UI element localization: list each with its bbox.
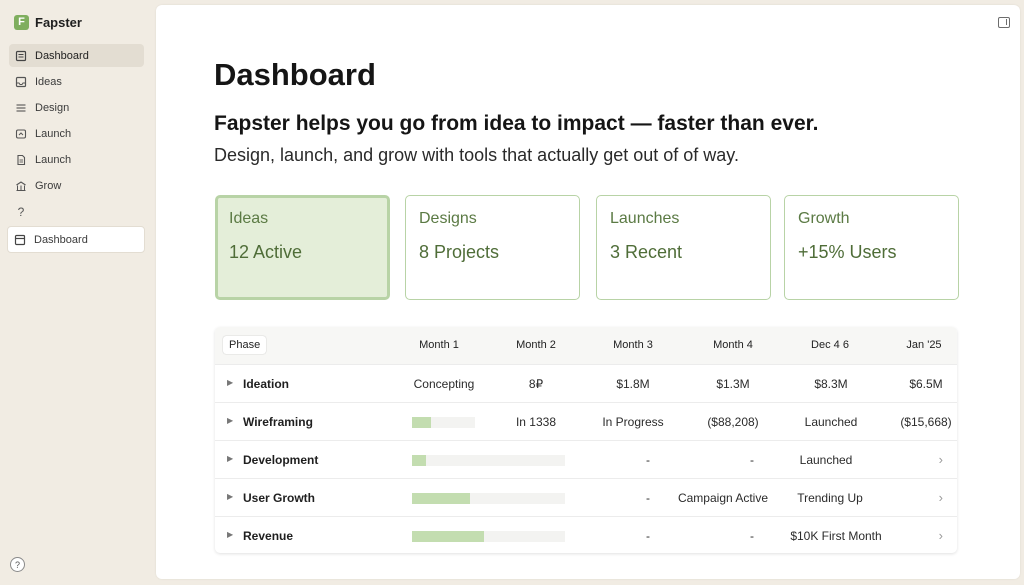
help-button[interactable]: ?: [10, 557, 25, 572]
row-phase: Development: [243, 453, 319, 467]
calendar-icon: [14, 234, 26, 246]
building-icon: [15, 180, 27, 192]
sidebar-toggle-icon[interactable]: [998, 17, 1010, 28]
page-title: Dashboard: [214, 57, 376, 92]
column-header: Dec 4 6: [811, 339, 849, 351]
sidebar-item-label: Dashboard: [34, 233, 88, 246]
table-cell: Trending Up: [797, 491, 863, 505]
sidebar-item-label: Launch: [35, 127, 72, 140]
rocket-icon: [15, 128, 27, 140]
progress-bar-fill: [412, 493, 471, 504]
table-cell: 8₽: [528, 377, 544, 391]
table-row[interactable]: ▶ Ideation Concepting 8₽ $1.8M $1.3M $8.…: [215, 364, 957, 402]
phase-column-header[interactable]: Phase: [223, 336, 267, 354]
table-cell: Launched: [804, 415, 858, 429]
table-cell: ($88,208): [707, 415, 759, 429]
table-cell: $1.8M: [616, 377, 650, 391]
sidebar-item-dashboard-selected[interactable]: Dashboard: [7, 226, 145, 253]
progress-bar-fill: [412, 455, 426, 466]
expand-arrow-icon[interactable]: ▶: [227, 530, 233, 539]
chevron-right-icon[interactable]: ›: [939, 452, 943, 467]
table-cell: $10K First Month: [790, 529, 882, 543]
sidebar-item-label: Design: [35, 101, 70, 114]
list-icon: [15, 102, 27, 114]
page-subline: Design, launch, and grow with tools that…: [214, 145, 739, 165]
expand-arrow-icon[interactable]: ▶: [227, 378, 233, 387]
card-label: Designs: [419, 210, 477, 227]
expand-arrow-icon[interactable]: ▶: [227, 492, 233, 501]
card-label: Ideas: [229, 210, 269, 227]
card-value: +15% Users: [798, 242, 897, 262]
sidebar-item-help[interactable]: ?: [9, 200, 144, 223]
sidebar-item-grow[interactable]: Grow: [9, 174, 144, 197]
table-header: Phase Month 1 Month 2 Month 3 Month 4 De…: [215, 327, 957, 364]
sidebar-item-label: Ideas: [35, 75, 62, 88]
fapster-logo-icon: F: [14, 14, 29, 30]
brand[interactable]: F Fapster: [14, 13, 82, 31]
expand-arrow-icon[interactable]: ▶: [227, 454, 233, 463]
card-label: Growth: [798, 210, 850, 227]
table-row[interactable]: ▶ Wireframing In 1338 In Progress ($88,2…: [215, 402, 957, 440]
card-ideas[interactable]: Ideas 12 Active: [215, 195, 390, 300]
main-panel: Dashboard Fapster helps you go from idea…: [156, 5, 1020, 579]
sidebar-item-label: Launch: [35, 153, 72, 166]
row-phase: User Growth: [243, 491, 316, 505]
progress-bar: [412, 417, 475, 428]
table-cell: $8.3M: [814, 377, 848, 391]
sidebar-item-label: Grow: [35, 179, 62, 192]
question-icon: ?: [17, 204, 25, 219]
card-designs[interactable]: Designs 8 Projects: [405, 195, 580, 300]
table-cell: Launched: [799, 453, 853, 467]
progress-bar: [412, 493, 565, 504]
progress-bar: [412, 531, 565, 542]
table-cell: $6.5M: [909, 377, 943, 391]
column-header: Month 1: [419, 339, 459, 351]
app-name: Fapster: [35, 14, 82, 30]
sidebar-item-ideas[interactable]: Ideas: [9, 70, 144, 93]
row-phase: Revenue: [243, 529, 294, 543]
column-header: Month 4: [713, 339, 753, 351]
table-cell: ($15,668): [900, 415, 952, 429]
card-value: 12 Active: [229, 242, 303, 262]
table-cell: In 1338: [515, 415, 557, 429]
expand-arrow-icon[interactable]: ▶: [227, 416, 233, 425]
table-row[interactable]: ▶ Development - - Launched ›: [215, 440, 957, 478]
page-headline: Fapster helps you go from idea to impact…: [214, 112, 819, 135]
sidebar: F Fapster Dashboard Ideas Design Launch …: [0, 0, 156, 585]
row-phase: Ideation: [243, 377, 290, 391]
chevron-right-icon[interactable]: ›: [939, 528, 943, 543]
card-launches[interactable]: Launches 3 Recent: [596, 195, 771, 300]
inbox-icon: [15, 76, 27, 88]
card-value: 8 Projects: [419, 242, 500, 262]
sidebar-item-dashboard[interactable]: Dashboard: [9, 44, 144, 67]
progress-bar: [412, 455, 565, 466]
table-row[interactable]: ▶ User Growth - Campaign Active Trending…: [215, 478, 957, 516]
row-phase: Wireframing: [243, 415, 313, 429]
table-row[interactable]: ▶ Revenue - - $10K First Month ›: [215, 516, 957, 554]
table-cell: $1.3M: [716, 377, 750, 391]
column-header: Jan '25: [906, 339, 942, 351]
sidebar-item-launch-docs[interactable]: Launch: [9, 148, 144, 171]
sidebar-item-launch[interactable]: Launch: [9, 122, 144, 145]
sidebar-item-label: Dashboard: [35, 49, 89, 62]
document-icon: [15, 154, 27, 166]
column-header: Month 3: [613, 339, 653, 351]
progress-bar-fill: [412, 417, 431, 428]
card-value: 3 Recent: [610, 242, 683, 262]
table-cell: In Progress: [602, 415, 664, 429]
column-header: Month 2: [516, 339, 556, 351]
phase-table: Phase Month 1 Month 2 Month 3 Month 4 De…: [215, 327, 957, 553]
table-cell: Campaign Active: [677, 491, 769, 505]
card-growth[interactable]: Growth +15% Users: [784, 195, 959, 300]
chevron-right-icon[interactable]: ›: [939, 490, 943, 505]
table-cell: -: [646, 453, 650, 467]
table-cell: -: [646, 529, 650, 543]
dashboard-icon: [15, 50, 27, 62]
sidebar-item-design[interactable]: Design: [9, 96, 144, 119]
card-label: Launches: [610, 210, 680, 227]
progress-bar-fill: [412, 531, 484, 542]
